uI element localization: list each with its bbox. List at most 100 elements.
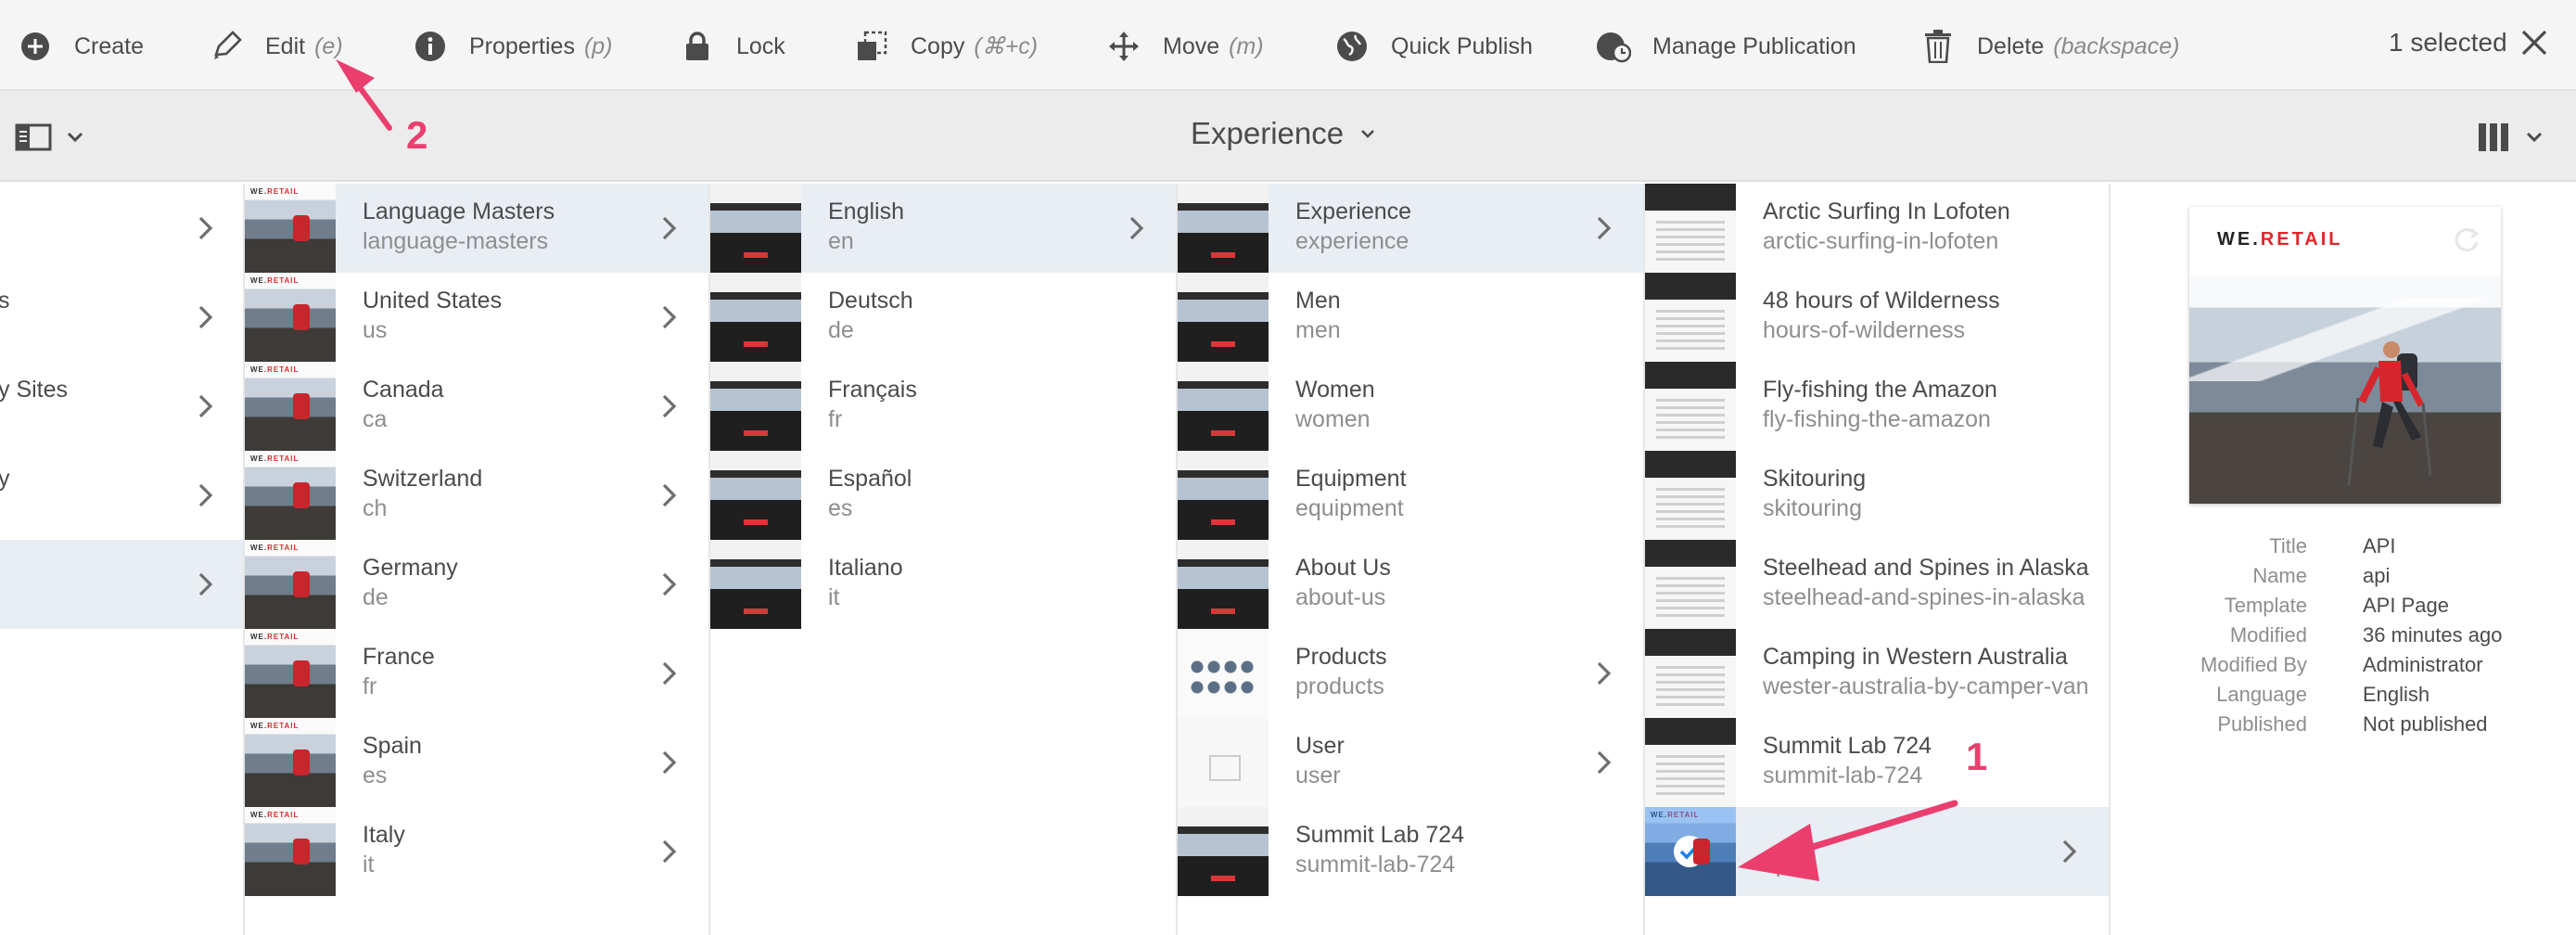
list-item-active[interactable]: Experience experience [1178,184,1643,273]
list-item[interactable]: Español es [710,451,1176,540]
list-item[interactable]: Camping in Western Australia wester-aust… [1645,629,2109,718]
item-title: English [828,199,904,224]
globe-publish-icon [1333,28,1371,65]
list-item[interactable]: Fly-fishing the Amazon fly-fishing-the-a… [1645,362,2109,451]
page-thumbnail: WE.RETAIL [245,540,336,629]
page-thumbnail [1645,362,1736,451]
list-item[interactable]: Summit Lab 724 summit-lab-724 [1645,718,2109,807]
we-retail-logo: WE.RETAIL [250,633,300,641]
list-item[interactable]: WE.RETAIL Switzerland ch [245,451,708,540]
we-retail-logo: WE.RETAIL [2217,229,2343,250]
view-switcher-button[interactable] [2478,119,2543,156]
item-title: Camping in Western Australia [1763,644,2068,670]
we-retail-logo: WE.RETAIL [250,544,300,552]
list-item[interactable]: User user [1178,718,1643,807]
view-title-dropdown[interactable]: Experience [1191,116,1375,151]
page-thumbnail [1645,273,1736,362]
quick-publish-label: Quick Publish [1391,32,1533,59]
list-item[interactable]: y Sites [0,362,243,451]
list-item-active[interactable]: English en [710,184,1176,273]
lock-button[interactable]: Lock [679,24,785,69]
list-item[interactable]: Products products [1178,629,1643,718]
list-item[interactable]: WE.RETAIL United States us [245,273,708,362]
list-item[interactable]: Equipment equipment [1178,451,1643,540]
item-title: Canada [363,377,444,403]
list-item[interactable]: Women women [1178,362,1643,451]
list-item-active[interactable]: WE.RETAIL Language Masters language-mast… [245,184,708,273]
manage-publication-button[interactable]: Manage Publication [1595,24,1856,69]
item-name: es [828,495,853,521]
list-item-selected[interactable]: WE.RETAIL ap [1645,807,2109,896]
page-thumbnail [1645,718,1736,807]
list-item[interactable]: Summit Lab 724 summit-lab-724 [1178,807,1643,896]
list-item[interactable]: WE.RETAIL Spain es [245,718,708,807]
item-title: Switzerland [363,466,483,492]
page-thumbnail [1178,273,1269,362]
properties-label: Properties [469,32,575,59]
copy-icon [853,28,890,65]
list-item[interactable]: y [0,451,243,540]
chevron-right-icon [1597,661,1612,685]
page-thumbnail [710,184,801,273]
item-title: Germany [363,555,458,581]
page-thumbnail: WE.RETAIL [245,807,336,896]
meta-value: api [2363,564,2391,587]
chevron-right-icon [1597,216,1612,240]
copy-button[interactable]: Copy (⌘+c) [853,24,1038,69]
list-item[interactable]: WE.RETAIL Germany de [245,540,708,629]
chevron-right-icon [198,394,213,418]
list-item[interactable]: Français fr [710,362,1176,451]
page-thumbnail: WE.RETAIL [245,451,336,540]
list-item[interactable]: About Us about-us [1178,540,1643,629]
item-title: Deutsch [828,288,913,314]
create-button[interactable]: Create [17,24,144,69]
item-name: experience [1295,228,1409,254]
chevron-right-icon [198,305,213,329]
meta-value: Not published [2363,712,2488,736]
list-item[interactable]: Steelhead and Spines in Alaska steelhead… [1645,540,2109,629]
list-item[interactable]: s [0,273,243,362]
meta-key: Name [2252,564,2307,587]
edit-button[interactable]: Edit (e) [208,24,343,69]
list-item[interactable]: WE.RETAIL France fr [245,629,708,718]
page-thumbnail [1645,629,1736,718]
move-button[interactable]: Move (m) [1105,24,1264,69]
page-title: Experience [1191,116,1345,150]
item-title: Language Masters [363,199,555,224]
list-item[interactable] [0,184,243,273]
list-item-active[interactable] [0,540,243,629]
meta-row: Name api [2111,564,2576,594]
list-item[interactable]: Men men [1178,273,1643,362]
meta-key: Published [2217,712,2307,736]
item-title: User [1295,733,1345,759]
delete-button[interactable]: Delete (backspace) [1919,24,2179,69]
chevron-right-icon [662,661,677,685]
list-item[interactable]: Arctic Surfing In Lofoten arctic-surfing… [1645,184,2109,273]
item-name: summit-lab-724 [1763,762,1923,788]
title-bar: Experience [0,91,2576,182]
list-item[interactable]: Italiano it [710,540,1176,629]
item-title: Fly-fishing the Amazon [1763,377,1997,403]
column-experience: Arctic Surfing In Lofoten arctic-surfing… [1645,184,2111,935]
item-name: equipment [1295,495,1404,521]
info-icon [412,28,449,65]
chevron-right-icon [662,216,677,240]
manage-publication-label: Manage Publication [1652,32,1856,59]
rail-toggle-button[interactable] [15,119,83,156]
quick-publish-button[interactable]: Quick Publish [1333,24,1533,69]
chevron-right-icon [198,572,213,596]
list-item[interactable]: Skitouring skitouring [1645,451,2109,540]
list-item[interactable]: WE.RETAIL Canada ca [245,362,708,451]
list-item[interactable]: 48 hours of Wilderness hours-of-wilderne… [1645,273,2109,362]
close-selection-button[interactable] [2520,29,2554,62]
item-name: fr [363,673,377,699]
properties-button[interactable]: Properties (p) [412,24,613,69]
item-name: arctic-surfing-in-lofoten [1763,228,1999,254]
list-item[interactable]: WE.RETAIL Italy it [245,807,708,896]
item-title: Summit Lab 724 [1763,733,1932,759]
item-name: hours-of-wilderness [1763,317,1966,343]
list-item[interactable]: Deutsch de [710,273,1176,362]
we-retail-logo: WE.RETAIL [250,722,300,730]
item-title: Italy [363,822,405,848]
we-retail-logo: WE.RETAIL [250,811,300,819]
